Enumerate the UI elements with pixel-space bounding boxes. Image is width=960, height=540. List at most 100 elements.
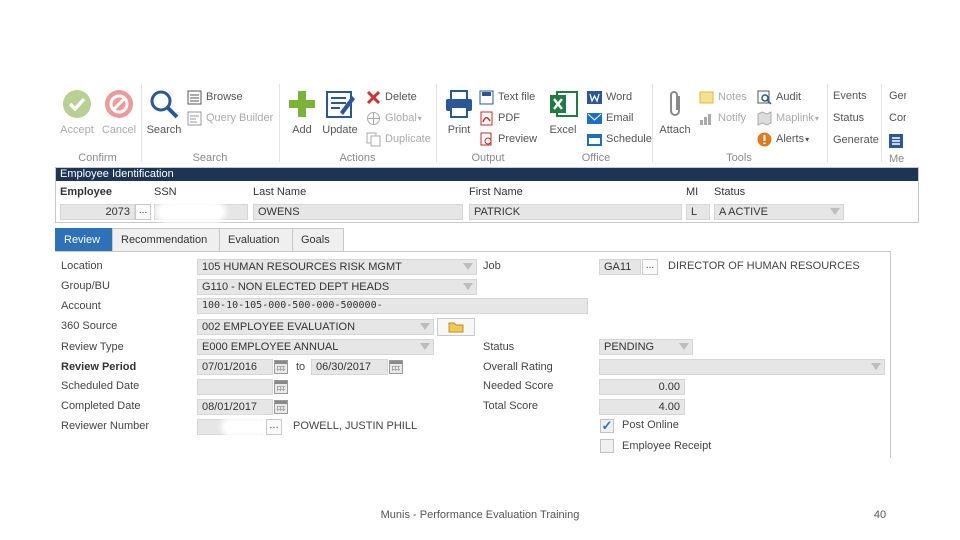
job-lookup-button[interactable]: ... <box>642 259 658 275</box>
notify-button[interactable]: Notify <box>699 109 746 127</box>
tab-goals[interactable]: Goals <box>292 228 344 252</box>
global-dropdown[interactable]: Global ▾ <box>366 109 422 127</box>
completed-date-field[interactable]: 08/01/2017 <box>197 399 273 415</box>
calendar-icon[interactable] <box>274 360 288 374</box>
browse-list-icon <box>187 90 202 105</box>
tab-recommendation[interactable]: Recommendation <box>112 228 220 252</box>
source-360-label: 360 Source <box>61 320 118 332</box>
review-type-label: Review Type <box>61 341 124 353</box>
general-button[interactable]: Ger <box>889 90 906 102</box>
review-panel: Location Group/BU Account 360 Source Rev… <box>55 251 891 458</box>
duplicate-button[interactable]: Duplicate <box>366 130 431 148</box>
excel-button[interactable]: Excel <box>541 88 585 136</box>
search-group-label: Search <box>192 152 228 164</box>
alerts-dropdown[interactable]: Alerts ▾ <box>757 130 809 148</box>
magnifier-icon <box>148 88 180 120</box>
reviewer-lookup-button[interactable]: … <box>266 419 282 435</box>
mi-field[interactable]: L <box>686 204 710 220</box>
post-online-label: Post Online <box>622 419 679 431</box>
chevron-down-icon: ▾ <box>417 113 422 123</box>
query-builder-button[interactable]: Query Builder <box>187 109 273 127</box>
email-button[interactable]: Email <box>587 109 634 127</box>
cancel-button[interactable]: Cancel <box>97 88 141 136</box>
audit-button[interactable]: Audit <box>757 88 801 106</box>
events-button[interactable]: Events <box>833 90 867 102</box>
location-select[interactable]: 105 HUMAN RESOURCES RISK MGMT <box>197 259 477 275</box>
con-button[interactable]: Cor <box>889 112 906 124</box>
search-group: Search Browse Query Builder Search <box>142 82 278 166</box>
calendar-icon[interactable] <box>274 380 288 394</box>
preview-icon <box>479 132 494 147</box>
group-bu-label: Group/BU <box>61 280 110 292</box>
menu-button[interactable] <box>889 132 906 150</box>
status-select-value: A ACTIVE <box>719 206 768 218</box>
chevron-down-icon: ▾ <box>805 134 810 144</box>
location-value: 105 HUMAN RESOURCES RISK MGMT <box>202 261 402 273</box>
schedule-button[interactable]: Schedule <box>587 130 652 148</box>
search-button[interactable]: Search <box>142 88 186 136</box>
office-group-label: Office <box>581 152 611 164</box>
review-type-select[interactable]: E000 EMPLOYEE ANNUAL <box>197 339 434 355</box>
scheduled-date-label: Scheduled Date <box>61 380 140 392</box>
calendar-icon[interactable] <box>389 360 403 374</box>
page-number: 40 <box>873 509 887 521</box>
accept-button[interactable]: Accept <box>55 88 99 136</box>
status-header: Status <box>714 186 746 198</box>
employee-receipt-checkbox[interactable] <box>600 439 614 453</box>
delete-x-icon <box>366 90 381 105</box>
output-group: Print Text file PDF Preview Output <box>437 82 539 166</box>
source-360-select[interactable]: 002 EMPLOYEE EVALUATION <box>197 319 434 335</box>
group-bu-select[interactable]: G110 - NON ELECTED DEPT HEADS <box>197 279 477 295</box>
review-period-to-label: to <box>296 361 306 373</box>
open-folder-button[interactable] <box>437 318 475 336</box>
total-score-field[interactable]: 4.00 <box>599 399 685 415</box>
update-form-icon <box>324 88 356 120</box>
plus-icon <box>286 88 318 120</box>
browse-button[interactable]: Browse <box>187 88 243 106</box>
employee-lookup-button[interactable]: ... <box>135 204 151 220</box>
last-name-field[interactable]: OWENS <box>253 204 463 220</box>
text-file-button[interactable]: Text file <box>479 88 535 106</box>
pdf-button[interactable]: PDF <box>479 109 520 127</box>
employee-number-field[interactable]: 2073 <box>60 204 135 220</box>
post-online-checkbox[interactable]: ✓ <box>600 419 614 433</box>
needed-score-field[interactable]: 0.00 <box>599 379 685 395</box>
attach-button[interactable]: Attach <box>653 88 697 136</box>
status-button[interactable]: Status <box>833 112 864 124</box>
print-button[interactable]: Print <box>437 88 481 136</box>
calendar-icon[interactable] <box>274 400 288 414</box>
actions-group-label: Actions <box>339 152 376 164</box>
tab-evaluation[interactable]: Evaluation <box>219 228 293 252</box>
email-icon <box>587 111 602 126</box>
job-code-field[interactable]: GA11 <box>599 259 641 275</box>
update-button[interactable]: Update <box>318 88 362 136</box>
slide-footer: Munis - Performance Evaluation Training <box>380 509 580 521</box>
review-period-to-field[interactable]: 06/30/2017 <box>311 359 388 375</box>
ssn-header: SSN <box>154 186 177 198</box>
preview-button[interactable]: Preview <box>479 130 537 148</box>
word-button[interactable]: Word <box>587 88 632 106</box>
mi-header: MI <box>686 186 699 198</box>
notes-button[interactable]: Notes <box>699 88 747 106</box>
review-status-select[interactable]: PENDING <box>599 339 693 355</box>
generate-button[interactable]: Generate <box>833 134 879 146</box>
overall-rating-select[interactable] <box>599 359 885 375</box>
account-field[interactable]: 100-10-105-000-500-000-500000- <box>197 298 588 314</box>
chevron-down-icon <box>420 343 430 350</box>
review-type-value: E000 EMPLOYEE ANNUAL <box>202 341 339 353</box>
chevron-down-icon <box>420 323 430 330</box>
needed-score-label: Needed Score <box>483 380 554 392</box>
text-file-icon <box>479 90 494 105</box>
employee-identification-title: Employee Identification <box>56 168 918 181</box>
chevron-down-icon <box>463 263 473 270</box>
maplink-dropdown[interactable]: Maplink ▾ <box>757 109 819 127</box>
review-period-from-field[interactable]: 07/01/2016 <box>197 359 273 375</box>
ribbon-divider <box>827 84 828 162</box>
tab-review[interactable]: Review <box>55 228 113 252</box>
scheduled-date-field[interactable] <box>197 379 273 395</box>
status-select[interactable]: A ACTIVE <box>714 204 844 220</box>
word-icon <box>587 90 602 105</box>
delete-button[interactable]: Delete <box>366 88 417 106</box>
extra-group: Events Status Generate Ger Cor Me <box>829 82 906 166</box>
first-name-field[interactable]: PATRICK <box>469 204 682 220</box>
